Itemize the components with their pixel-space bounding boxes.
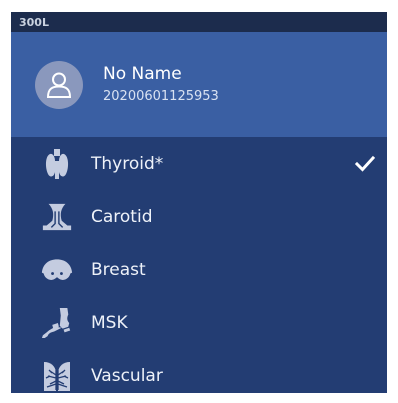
menu-item-carotid[interactable]: Carotid bbox=[11, 190, 387, 243]
avatar bbox=[35, 61, 83, 109]
user-icon bbox=[46, 72, 72, 98]
vascular-icon bbox=[41, 360, 73, 392]
patient-id: 20200601125953 bbox=[103, 89, 219, 104]
menu-item-breast[interactable]: Breast bbox=[11, 243, 387, 296]
msk-icon bbox=[41, 307, 73, 339]
menu-item-label: Breast bbox=[91, 259, 146, 280]
menu-item-label: Thyroid* bbox=[91, 153, 164, 174]
menu-item-vascular[interactable]: Vascular bbox=[11, 349, 387, 393]
menu-item-label: Vascular bbox=[91, 365, 163, 386]
preset-menu-panel: 300L No Name 20200601125953 Thyroid* Car… bbox=[11, 12, 387, 393]
breast-icon bbox=[41, 254, 73, 286]
carotid-icon bbox=[41, 201, 73, 233]
patient-panel[interactable]: No Name 20200601125953 bbox=[11, 32, 387, 137]
thyroid-icon bbox=[41, 148, 73, 180]
menu-item-msk[interactable]: MSK bbox=[11, 296, 387, 349]
menu-item-label: MSK bbox=[91, 312, 128, 333]
checkmark-icon bbox=[355, 155, 375, 172]
patient-name: No Name bbox=[103, 64, 182, 84]
menu-item-thyroid[interactable]: Thyroid* bbox=[11, 137, 387, 190]
menu-item-label: Carotid bbox=[91, 206, 153, 227]
exam-preset-list: Thyroid* Carotid Breast MSK Vascular bbox=[11, 137, 387, 393]
header-bar: 300L bbox=[11, 12, 387, 32]
probe-title: 300L bbox=[19, 15, 49, 29]
